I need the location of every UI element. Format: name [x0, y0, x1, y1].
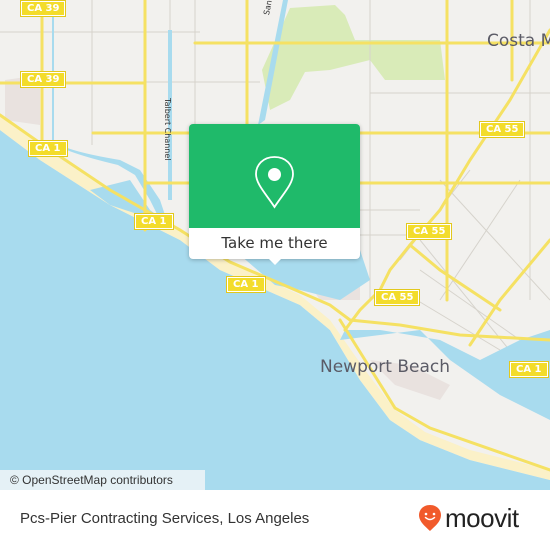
road-shield-ca1: CA 1 — [226, 276, 266, 293]
road-shield-ca55: CA 55 — [478, 121, 526, 138]
road-shield-ca1: CA 1 — [28, 140, 68, 157]
road-shield-ca39: CA 39 — [19, 0, 67, 17]
moovit-pin-icon — [419, 505, 441, 531]
moovit-wordmark: moovit — [445, 502, 519, 533]
park-area — [262, 5, 445, 110]
take-me-there-button[interactable]: Take me there — [189, 228, 360, 259]
popup-pointer — [267, 257, 283, 265]
road-shield-ca39: CA 39 — [19, 71, 67, 88]
location-popup[interactable]: Take me there — [189, 124, 360, 265]
popup-header — [189, 124, 360, 228]
map[interactable]: CA 39 CA 39 CA 1 CA 1 CA 1 CA 1 CA 55 CA… — [0, 0, 550, 490]
footer: Pcs-Pier Contracting Services, Los Angel… — [0, 490, 550, 550]
place-name: Pcs-Pier Contracting Services, Los Angel… — [20, 510, 310, 527]
map-attribution[interactable]: © OpenStreetMap contributors — [0, 470, 205, 490]
waterway-label-talbert: Talbert Channel — [163, 98, 172, 161]
road-shield-ca55: CA 55 — [405, 223, 453, 240]
location-pin-icon — [255, 156, 294, 209]
city-label-newport-beach: Newport Beach — [320, 357, 450, 377]
moovit-logo[interactable]: moovit — [418, 502, 519, 534]
road-shield-ca55: CA 55 — [373, 289, 421, 306]
road-shield-ca1: CA 1 — [509, 361, 549, 378]
road-shield-ca1: CA 1 — [134, 213, 174, 230]
city-label-costa-mesa: Costa M — [487, 31, 550, 51]
